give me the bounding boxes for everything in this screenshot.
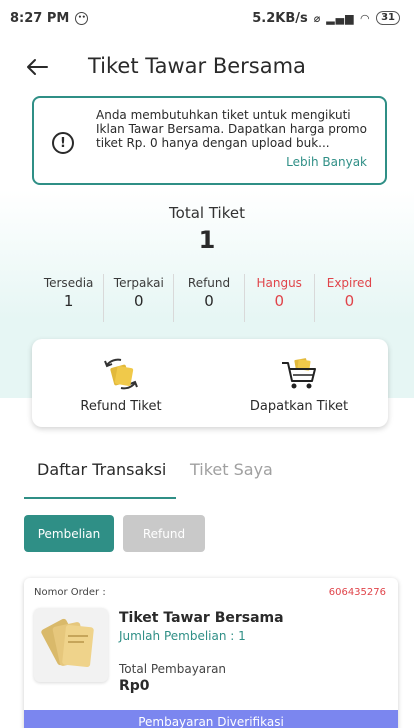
stat-forfeited: Hangus 0	[245, 274, 315, 322]
ticket-stack-icon	[41, 618, 94, 668]
stat-value: 0	[204, 292, 214, 310]
info-message: Anda membutuhkan tiket untuk mengikuti I…	[96, 108, 367, 150]
refund-filter-button[interactable]: Refund	[123, 515, 205, 552]
stat-expired: Expired 0	[315, 274, 384, 322]
app-header: Tiket Tawar Bersama	[0, 42, 414, 92]
ticket-thumbnail	[34, 608, 108, 682]
stat-label: Expired	[326, 276, 373, 290]
transaction-tabs: Daftar Transaksi Tiket Saya	[24, 460, 394, 502]
purchase-filter-button[interactable]: Pembelian	[24, 515, 114, 552]
refund-ticket-icon	[104, 358, 138, 390]
tab-transactions[interactable]: Daftar Transaksi	[37, 460, 166, 479]
order-number: 606435276	[328, 587, 386, 598]
order-card[interactable]: Nomor Order : 606435276 Tiket Tawar Bers…	[24, 578, 398, 728]
arrow-left-icon	[27, 59, 48, 75]
stat-label: Hangus	[256, 276, 302, 290]
ticket-stats: Tersedia 1 Terpakai 0 Refund 0 Hangus 0 …	[34, 274, 384, 322]
stat-label: Tersedia	[43, 276, 94, 290]
more-link[interactable]: Lebih Banyak	[286, 155, 367, 169]
stat-refund: Refund 0	[174, 274, 245, 322]
refund-ticket-button[interactable]: Refund Tiket	[32, 339, 210, 427]
active-tab-indicator	[24, 497, 176, 499]
stat-value: 0	[274, 292, 284, 310]
total-ticket-label: Total Tiket	[169, 204, 245, 222]
get-ticket-button[interactable]: Dapatkan Tiket	[210, 339, 388, 427]
shopping-cart-icon	[282, 358, 316, 389]
info-banner: ! Anda membutuhkan tiket untuk mengikuti…	[32, 96, 387, 185]
notification-icon: ••	[75, 11, 89, 25]
exclamation-icon: !	[52, 132, 74, 154]
status-time: 8:27 PM	[10, 10, 70, 26]
status-bar: 8:27 PM •• 5.2KB/s ⌀ ▂▄▆ ◠ 31	[0, 0, 414, 36]
stat-value: 1	[63, 292, 74, 310]
stat-label: Refund	[187, 276, 231, 290]
signal-icon: ⌀ ▂▄▆	[313, 11, 355, 25]
order-total-label: Total Pembayaran	[119, 662, 227, 676]
battery-icon: 31	[376, 11, 400, 25]
total-ticket-value: 1	[198, 226, 216, 254]
wifi-icon: ◠	[360, 11, 371, 25]
stat-value: 0	[134, 292, 144, 310]
refund-ticket-label: Refund Tiket	[80, 399, 162, 414]
tab-my-tickets[interactable]: Tiket Saya	[190, 460, 273, 479]
ticket-actions: Refund Tiket Dapatkan Tiket	[32, 339, 388, 427]
stat-value: 0	[344, 292, 355, 310]
get-ticket-label: Dapatkan Tiket	[249, 399, 349, 414]
network-speed: 5.2KB/s	[252, 10, 308, 26]
order-total: Rp0	[119, 678, 150, 694]
stat-label: Terpakai	[113, 276, 164, 290]
stat-used: Terpakai 0	[104, 274, 175, 322]
order-number-label: Nomor Order :	[34, 587, 106, 598]
payment-status-badge: Pembayaran Diverifikasi	[24, 710, 398, 728]
back-button[interactable]	[22, 52, 52, 82]
page-title: Tiket Tawar Bersama	[88, 54, 306, 78]
stat-available: Tersedia 1	[34, 274, 105, 322]
order-quantity: Jumlah Pembelian : 1	[119, 629, 246, 643]
order-product-name: Tiket Tawar Bersama	[119, 610, 284, 626]
